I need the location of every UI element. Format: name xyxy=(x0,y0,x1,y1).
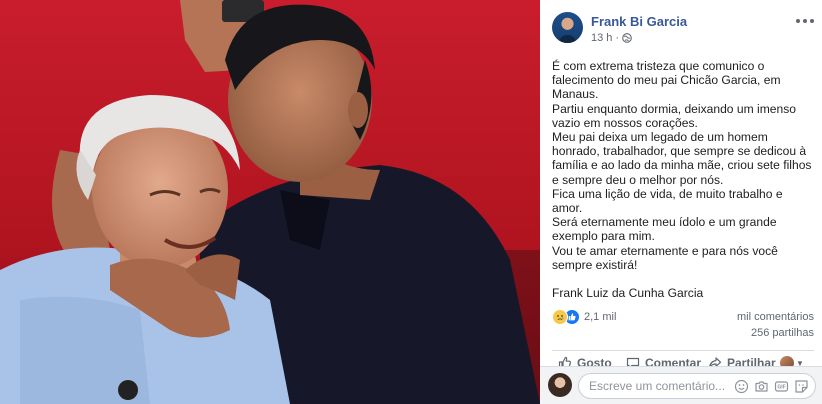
post-paragraph: É com extrema tristeza que comunico o fa… xyxy=(552,59,781,102)
sticker-icon[interactable] xyxy=(794,379,809,394)
shares-count[interactable]: 256 partilhas xyxy=(751,327,814,339)
viewer-avatar xyxy=(548,373,572,397)
post-paragraph: Partiu enquanto dormia, deixando um imen… xyxy=(552,101,797,130)
svg-text:GIF: GIF xyxy=(777,384,785,390)
photo-illustration xyxy=(0,0,540,404)
post-paragraph: Meu pai deixa um legado de um homem honr… xyxy=(552,130,812,187)
composer-icons: GIF xyxy=(734,379,815,394)
emoji-icon[interactable] xyxy=(734,379,749,394)
post-paragraph: Fica uma lição de vida, de muito trabalh… xyxy=(552,186,783,216)
post-meta: 13 h · xyxy=(591,32,632,44)
comment-input[interactable]: Escreve um comentário... GIF xyxy=(578,373,816,399)
stats-divider xyxy=(552,350,814,351)
meta-separator: · xyxy=(615,32,620,44)
post-timestamp[interactable]: 13 h xyxy=(591,32,612,44)
post-panel: Frank Bi Garcia 13 h · É com extrema tri… xyxy=(540,0,822,404)
comment-placeholder: Escreve um comentário... xyxy=(589,379,726,393)
post-text: É com extrema tristeza que comunico o fa… xyxy=(552,59,814,300)
camera-icon[interactable] xyxy=(754,379,769,394)
post-header: Frank Bi Garcia 13 h · xyxy=(552,12,814,46)
author-name[interactable]: Frank Bi Garcia xyxy=(591,14,687,29)
post-photo[interactable] xyxy=(0,0,540,404)
comments-count[interactable]: mil comentários xyxy=(737,311,814,323)
post-paragraph: Vou te amar eternamente e para nós você … xyxy=(552,243,778,272)
reactions-count[interactable]: 2,1 mil xyxy=(584,311,616,323)
comment-composer: Escreve um comentário... GIF xyxy=(540,366,822,404)
author-avatar[interactable] xyxy=(552,12,583,43)
post-stats: 2,1 mil mil comentários 256 partilhas xyxy=(552,309,814,343)
post-signature: Frank Luiz da Cunha Garcia xyxy=(552,286,704,301)
gif-icon[interactable]: GIF xyxy=(774,379,789,394)
more-options-icon[interactable] xyxy=(796,14,814,28)
post-paragraph: Será eternamente meu ídolo e um grande e… xyxy=(552,215,777,244)
sad-emoji-icon xyxy=(552,309,568,325)
reactions-summary[interactable]: 2,1 mil xyxy=(552,309,616,325)
globe-icon[interactable] xyxy=(622,33,632,43)
